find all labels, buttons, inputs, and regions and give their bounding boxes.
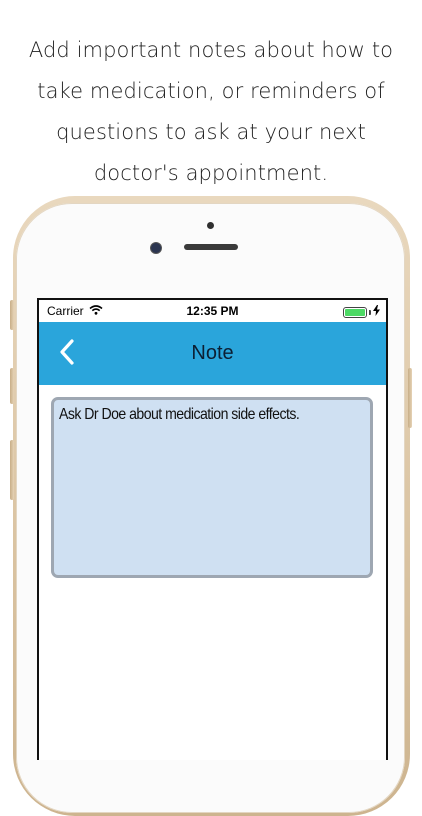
caption-line: take medication, or reminders of — [37, 79, 385, 103]
caption-line: Add important notes about how to — [28, 38, 394, 62]
caption-line: doctor's appointment. — [93, 161, 329, 185]
note-text: Ask Dr Doe about medication side effects… — [59, 406, 300, 423]
battery-indicator — [343, 305, 380, 319]
navigation-bar: Note — [39, 322, 386, 385]
volume-up-button — [10, 368, 14, 404]
battery-cap — [369, 309, 371, 315]
status-time: 12:35 PM — [186, 304, 239, 318]
mute-switch — [10, 300, 14, 330]
status-bar: Carrier 12:35 PM — [39, 300, 386, 322]
front-camera — [151, 243, 161, 253]
charging-bolt-icon — [373, 305, 380, 319]
battery-icon — [343, 306, 367, 318]
caption-line: questions to ask at your next — [56, 120, 366, 144]
promo-caption: Add important notes about how to take me… — [0, 30, 422, 194]
proximity-sensor — [207, 222, 214, 229]
volume-down-button — [10, 440, 14, 500]
earpiece-speaker — [184, 244, 238, 250]
power-button — [408, 368, 412, 428]
note-text-area[interactable]: Ask Dr Doe about medication side effects… — [51, 397, 373, 578]
phone-screen: Carrier 12:35 PM Note Ask Dr Doe about m… — [37, 298, 388, 760]
page-title: Note — [191, 342, 234, 364]
battery-fill — [345, 308, 365, 316]
